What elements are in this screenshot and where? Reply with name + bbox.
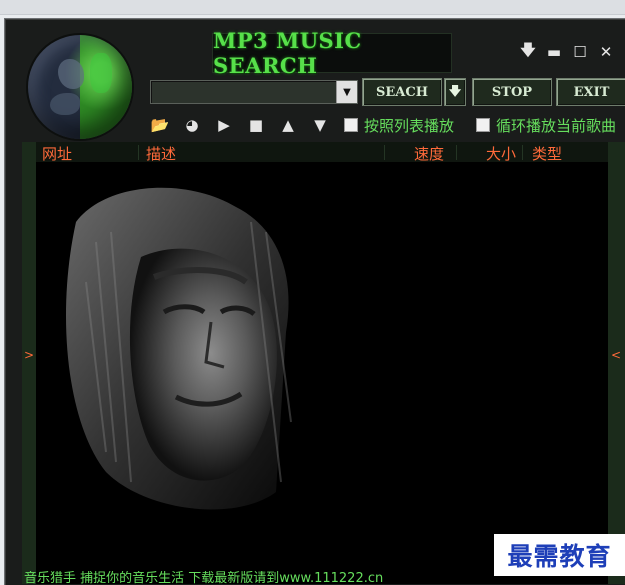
maximize-icon[interactable]: ☐ bbox=[569, 42, 591, 62]
play-by-list-checkbox[interactable] bbox=[344, 118, 358, 132]
loop-current-option[interactable]: 循环播放当前歌曲 bbox=[476, 116, 617, 135]
minimize-icon[interactable]: ▬ bbox=[543, 42, 565, 62]
results-table-header: 网址 描述 速度 大小 类型 bbox=[36, 142, 608, 164]
column-description[interactable]: 描述 bbox=[146, 143, 176, 164]
exit-button[interactable]: EXIT bbox=[556, 78, 625, 106]
play-by-list-option[interactable]: 按照列表播放 bbox=[344, 116, 455, 135]
column-speed[interactable]: 速度 bbox=[414, 143, 444, 164]
search-dropdown-button[interactable]: 🡇 bbox=[444, 78, 466, 106]
down-icon[interactable]: ▼ bbox=[310, 116, 330, 134]
download-icon[interactable]: 🡇 bbox=[517, 41, 539, 62]
column-type[interactable]: 类型 bbox=[532, 143, 562, 164]
stop-button[interactable]: STOP bbox=[472, 78, 552, 106]
expand-right-icon[interactable]: < bbox=[611, 348, 621, 362]
search-combo-input[interactable]: ▼ bbox=[150, 80, 358, 104]
background-portrait-image bbox=[66, 187, 292, 510]
up-icon[interactable]: ▲ bbox=[278, 116, 298, 134]
chevron-down-icon[interactable]: ▼ bbox=[336, 81, 357, 103]
loop-current-checkbox[interactable] bbox=[476, 118, 490, 132]
column-url[interactable]: 网址 bbox=[42, 143, 72, 164]
play-by-list-label: 按照列表播放 bbox=[364, 116, 455, 135]
expand-left-icon[interactable]: > bbox=[24, 348, 34, 362]
column-size[interactable]: 大小 bbox=[486, 143, 516, 164]
globe-icon[interactable]: ◕ bbox=[182, 116, 202, 134]
globe-logo-icon bbox=[28, 35, 132, 139]
window-controls: 🡇 ▬ ☐ ✕ bbox=[517, 41, 617, 62]
browser-top-strip bbox=[0, 0, 625, 15]
loop-current-label: 循环播放当前歌曲 bbox=[496, 116, 617, 135]
left-gutter: > bbox=[22, 142, 36, 584]
close-icon[interactable]: ✕ bbox=[595, 42, 617, 62]
play-icon[interactable]: ▶ bbox=[214, 116, 234, 134]
player-toolbar: 📂 ◕ ▶ ■ ▲ ▼ bbox=[150, 115, 330, 135]
open-folder-icon[interactable]: 📂 bbox=[150, 116, 170, 134]
app-title: MP3 MUSIC SEARCH bbox=[212, 28, 452, 78]
search-button[interactable]: SEACH bbox=[362, 78, 442, 106]
stop-icon[interactable]: ■ bbox=[246, 116, 266, 134]
watermark-logo: 最需教育 bbox=[494, 534, 625, 576]
results-list[interactable] bbox=[36, 162, 608, 572]
right-gutter: < bbox=[608, 142, 625, 584]
